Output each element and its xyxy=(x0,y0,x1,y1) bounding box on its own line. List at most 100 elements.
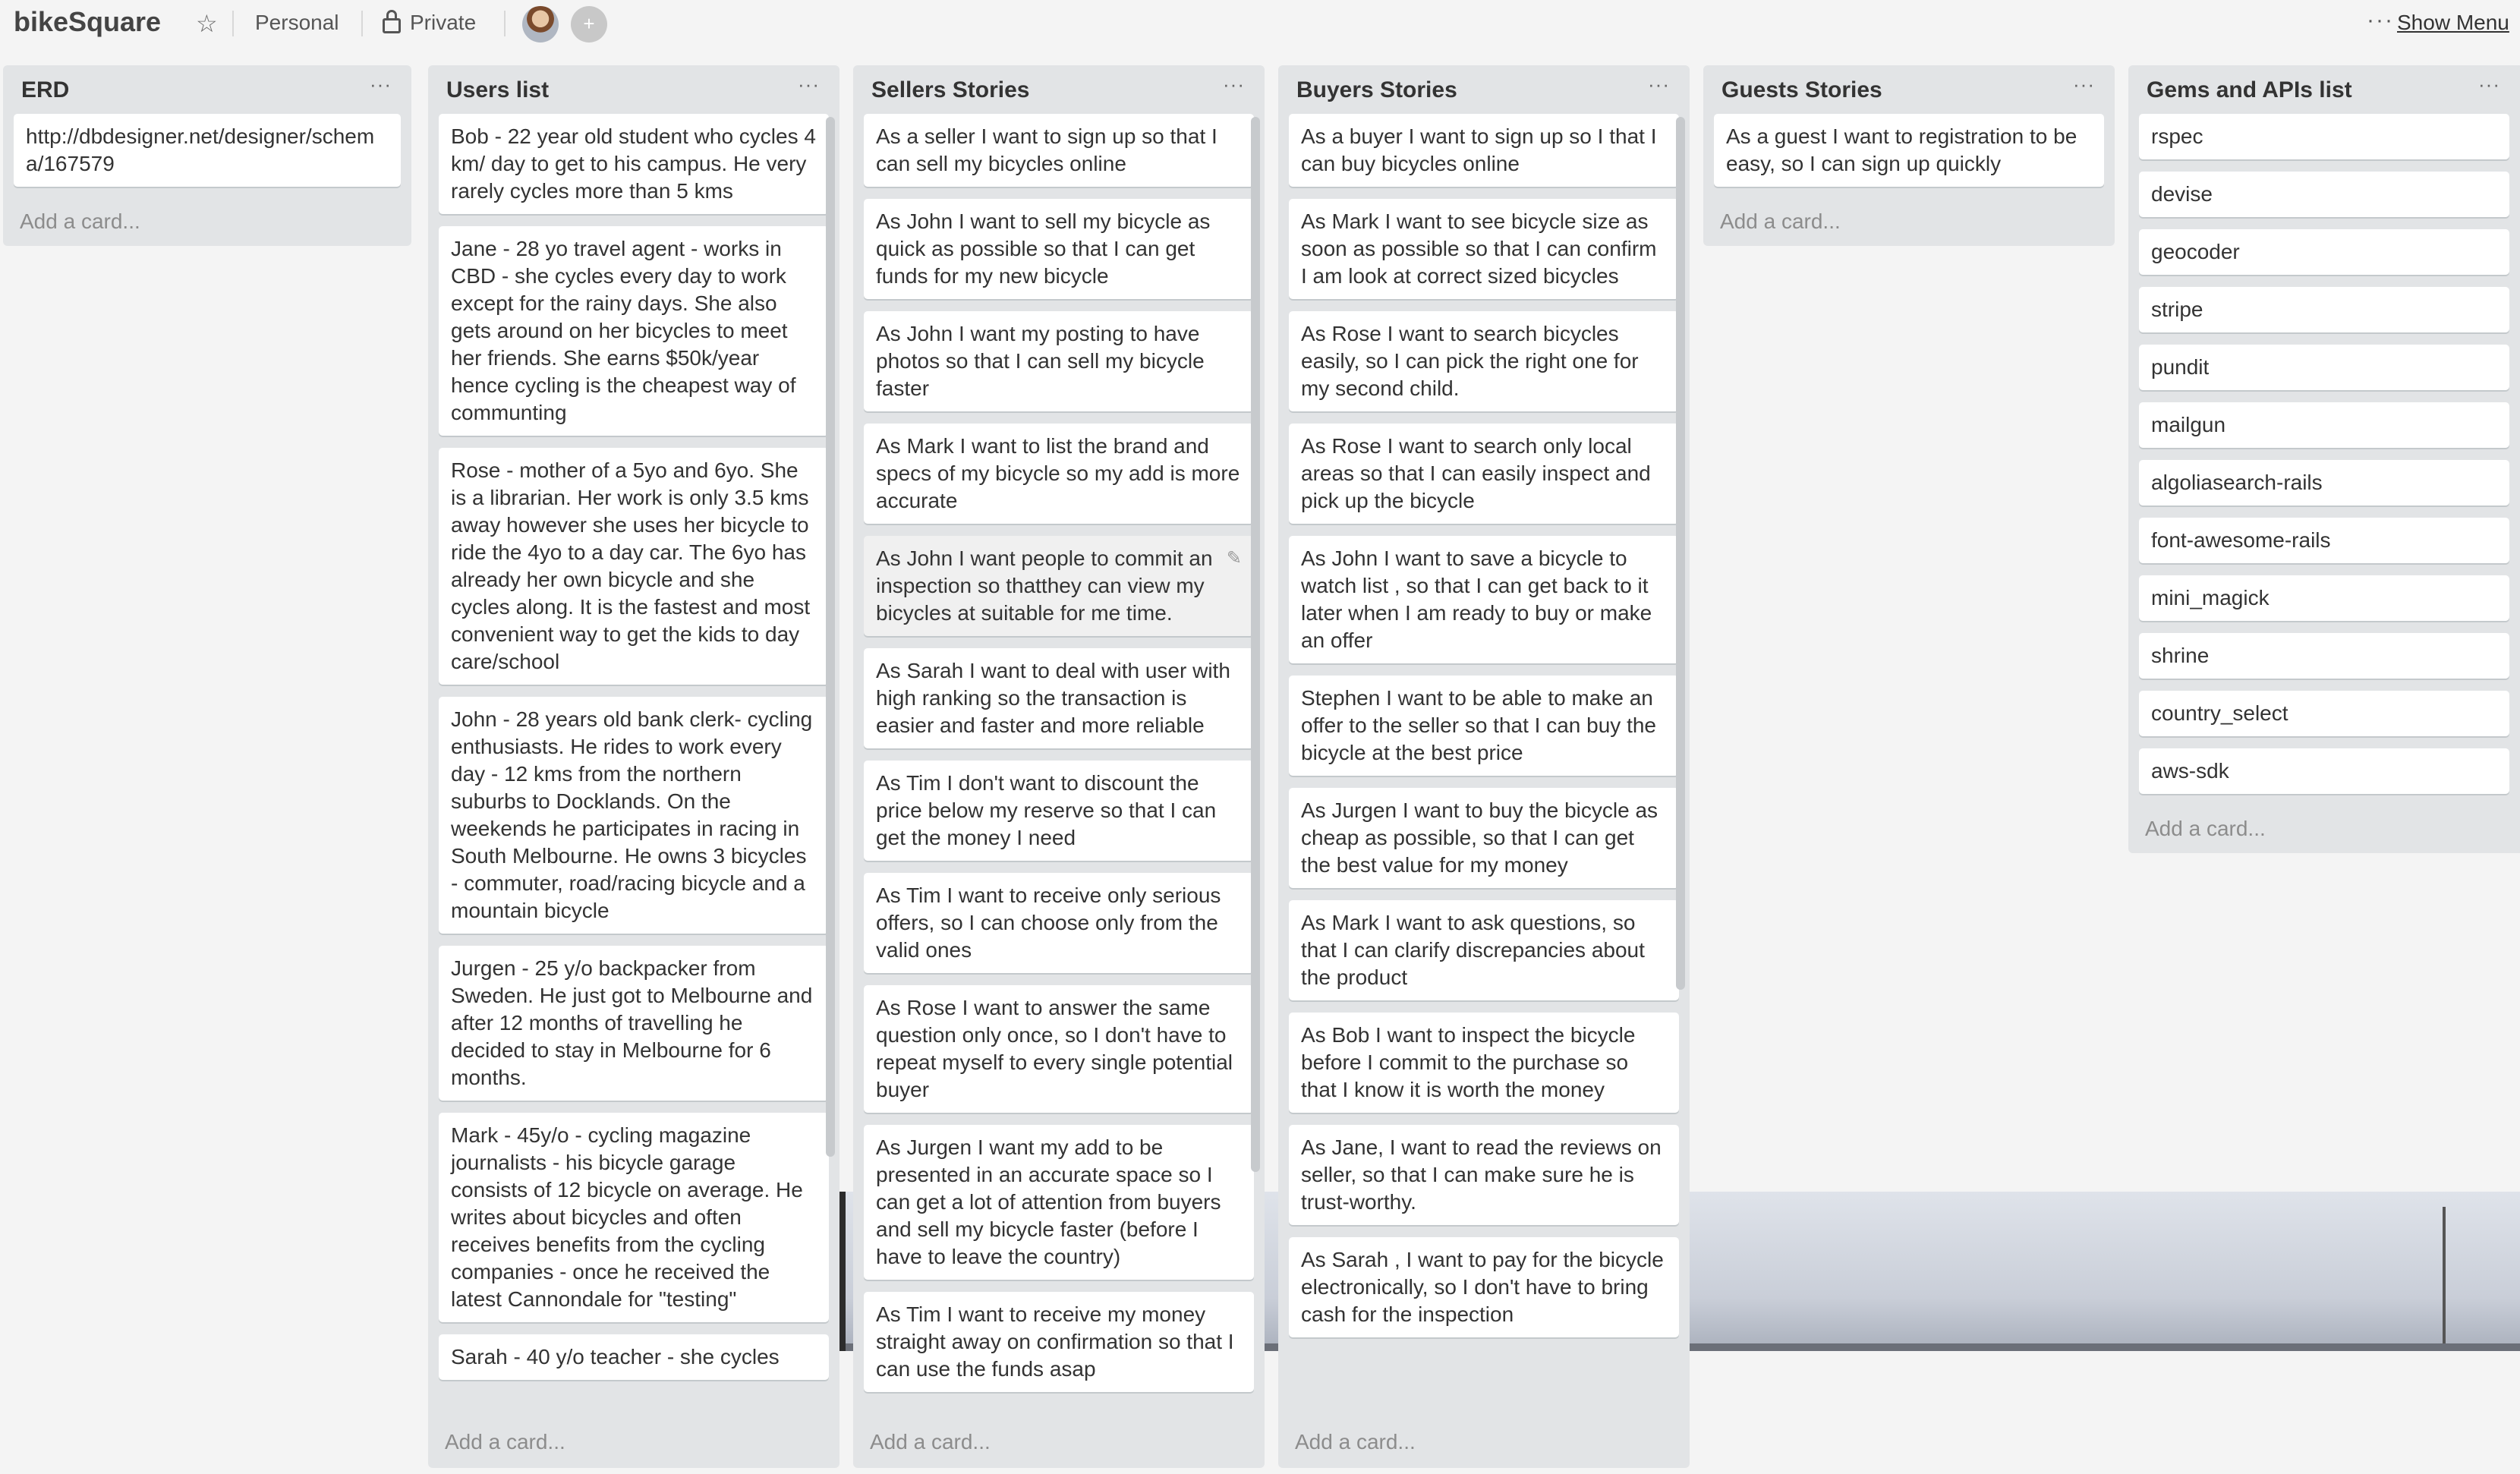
visibility-button[interactable]: Private xyxy=(383,10,476,35)
list-card[interactable]: As Rose I want to answer the same questi… xyxy=(864,985,1254,1113)
add-card-button[interactable]: Add a card... xyxy=(14,199,401,246)
card-text: Sarah - 40 y/o teacher - she cycles xyxy=(451,1345,780,1368)
card-text: Mark - 45y/o - cycling magazine journali… xyxy=(451,1123,803,1311)
add-card-button[interactable]: Add a card... xyxy=(1289,1419,1679,1466)
lock-icon xyxy=(383,10,401,33)
list-card[interactable]: aws-sdk xyxy=(2139,748,2509,794)
list-card[interactable]: As Mark I want to list the brand and spe… xyxy=(864,424,1254,524)
card-text: Rose - mother of a 5yo and 6yo. She is a… xyxy=(451,458,811,673)
card-text: As Bob I want to inspect the bicycle bef… xyxy=(1301,1023,1636,1101)
list-card[interactable]: As a seller I want to sign up so that I … xyxy=(864,114,1254,187)
list-menu-icon[interactable]: ··· xyxy=(2073,73,2095,96)
card-text: devise xyxy=(2151,182,2213,206)
list-menu-icon[interactable]: ··· xyxy=(798,73,820,96)
card-text: As Tim I want to receive my money straig… xyxy=(876,1302,1234,1381)
list-card[interactable]: devise xyxy=(2139,172,2509,217)
card-text: As Rose I want to search only local area… xyxy=(1301,434,1651,512)
card-text: As a seller I want to sign up so that I … xyxy=(876,124,1217,175)
list-header: Guests Stories ··· xyxy=(1714,65,2104,114)
list-menu-icon[interactable]: ··· xyxy=(370,73,392,96)
list-header: Sellers Stories ··· xyxy=(864,65,1254,114)
scrollbar[interactable] xyxy=(1676,117,1685,990)
list-card[interactable]: As Bob I want to inspect the bicycle bef… xyxy=(1289,1013,1679,1113)
add-card-button[interactable]: Add a card... xyxy=(2139,806,2509,853)
card-text: Stephen I want to be able to make an off… xyxy=(1301,686,1656,764)
list-card[interactable]: As Jane, I want to read the reviews on s… xyxy=(1289,1125,1679,1225)
list-card[interactable]: stripe xyxy=(2139,287,2509,332)
list-card[interactable]: As Jurgen I want my add to be presented … xyxy=(864,1125,1254,1280)
list-users: Users list ··· Bob - 22 year old student… xyxy=(428,65,839,1468)
card-text: As Jurgen I want to buy the bicycle as c… xyxy=(1301,798,1658,877)
card-text: pundit xyxy=(2151,355,2210,379)
list-card[interactable]: As Mark I want to see bicycle size as so… xyxy=(1289,199,1679,299)
list-card[interactable]: Bob - 22 year old student who cycles 4 k… xyxy=(439,114,829,214)
list-title[interactable]: Sellers Stories xyxy=(871,77,1029,103)
team-button[interactable]: Personal xyxy=(255,11,339,35)
list-card[interactable]: Mark - 45y/o - cycling magazine journali… xyxy=(439,1113,829,1322)
card-text: country_select xyxy=(2151,701,2288,725)
add-card-button[interactable]: Add a card... xyxy=(864,1419,1254,1466)
list-card[interactable]: shrine xyxy=(2139,633,2509,679)
list-card[interactable]: Rose - mother of a 5yo and 6yo. She is a… xyxy=(439,448,829,685)
list-card[interactable]: As a guest I want to registration to be … xyxy=(1714,114,2104,187)
list-card[interactable]: As Tim I want to receive my money straig… xyxy=(864,1292,1254,1392)
list-buyers: Buyers Stories ··· As a buyer I want to … xyxy=(1278,65,1690,1468)
card-text: John - 28 years old bank clerk- cycling … xyxy=(451,707,813,922)
list-card[interactable]: As Sarah I want to deal with user with h… xyxy=(864,648,1254,748)
list-menu-icon[interactable]: ··· xyxy=(2478,73,2500,96)
list-card[interactable]: country_select xyxy=(2139,691,2509,736)
list-erd: ERD ··· http://dbdesigner.net/designer/s… xyxy=(3,65,411,246)
list-card[interactable]: As John I want to save a bicycle to watc… xyxy=(1289,536,1679,663)
header-divider xyxy=(232,11,234,36)
show-menu-link[interactable]: Show Menu xyxy=(2397,11,2509,35)
list-card[interactable]: mini_magick xyxy=(2139,575,2509,621)
list-title[interactable]: Gems and APIs list xyxy=(2147,77,2352,103)
card-text: As Mark I want to list the brand and spe… xyxy=(876,434,1240,512)
list-card[interactable]: Sarah - 40 y/o teacher - she cycles xyxy=(439,1334,829,1380)
list-card[interactable]: mailgun xyxy=(2139,402,2509,448)
scrollbar[interactable] xyxy=(1251,117,1260,1172)
list-menu-icon[interactable]: ··· xyxy=(1223,73,1245,96)
list-title[interactable]: Buyers Stories xyxy=(1296,77,1457,103)
list-card[interactable]: As Sarah , I want to pay for the bicycle… xyxy=(1289,1237,1679,1337)
list-card[interactable]: algoliasearch-rails xyxy=(2139,460,2509,506)
star-icon[interactable]: ☆ xyxy=(196,9,218,38)
edit-pencil-icon[interactable]: ✎ xyxy=(1227,545,1242,572)
list-card[interactable]: Stephen I want to be able to make an off… xyxy=(1289,676,1679,776)
list-title[interactable]: Users list xyxy=(446,77,549,103)
list-card[interactable]: Jane - 28 yo travel agent - works in CBD… xyxy=(439,226,829,436)
list-card[interactable]: pundit xyxy=(2139,345,2509,390)
board-title[interactable]: bikeSquare xyxy=(14,6,161,38)
scrollbar[interactable] xyxy=(826,117,835,1157)
card-text: As John I want to save a bicycle to watc… xyxy=(1301,546,1652,652)
list-card[interactable]: As John I want my posting to have photos… xyxy=(864,311,1254,411)
list-card[interactable]: As Rose I want to search only local area… xyxy=(1289,424,1679,524)
list-card[interactable]: As Tim I want to receive only serious of… xyxy=(864,873,1254,973)
list-card[interactable]: rspec xyxy=(2139,114,2509,159)
list-card[interactable]: font-awesome-rails xyxy=(2139,518,2509,563)
list-title[interactable]: Guests Stories xyxy=(1721,77,1882,103)
list-menu-icon[interactable]: ··· xyxy=(1648,73,1670,96)
list-card[interactable]: John - 28 years old bank clerk- cycling … xyxy=(439,697,829,934)
list-card[interactable]: http://dbdesigner.net/designer/schema/16… xyxy=(14,114,401,187)
card-text: mailgun xyxy=(2151,413,2226,436)
list-title[interactable]: ERD xyxy=(21,77,69,103)
list-card[interactable]: As John I want to sell my bicycle as qui… xyxy=(864,199,1254,299)
add-card-button[interactable]: Add a card... xyxy=(1714,199,2104,246)
more-dots-icon[interactable]: ··· xyxy=(2367,8,2394,33)
card-text: As Mark I want to see bicycle size as so… xyxy=(1301,209,1657,288)
list-card[interactable]: As Jurgen I want to buy the bicycle as c… xyxy=(1289,788,1679,888)
list-card[interactable]: ✎ As John I want people to commit an insp… xyxy=(864,536,1254,636)
list-card[interactable]: As a buyer I want to sign up so I that I… xyxy=(1289,114,1679,187)
list-guests: Guests Stories ··· As a guest I want to … xyxy=(1703,65,2115,246)
list-card[interactable]: As Rose I want to search bicycles easily… xyxy=(1289,311,1679,411)
header-divider xyxy=(504,11,506,36)
list-card[interactable]: geocoder xyxy=(2139,229,2509,275)
add-member-icon[interactable]: + xyxy=(571,6,607,43)
member-avatar[interactable] xyxy=(522,6,559,43)
add-card-button[interactable]: Add a card... xyxy=(439,1419,829,1466)
list-card[interactable]: Jurgen - 25 y/o backpacker from Sweden. … xyxy=(439,946,829,1101)
list-card[interactable]: As Mark I want to ask questions, so that… xyxy=(1289,900,1679,1000)
card-text: aws-sdk xyxy=(2151,759,2229,783)
list-card[interactable]: As Tim I don't want to discount the pric… xyxy=(864,761,1254,861)
